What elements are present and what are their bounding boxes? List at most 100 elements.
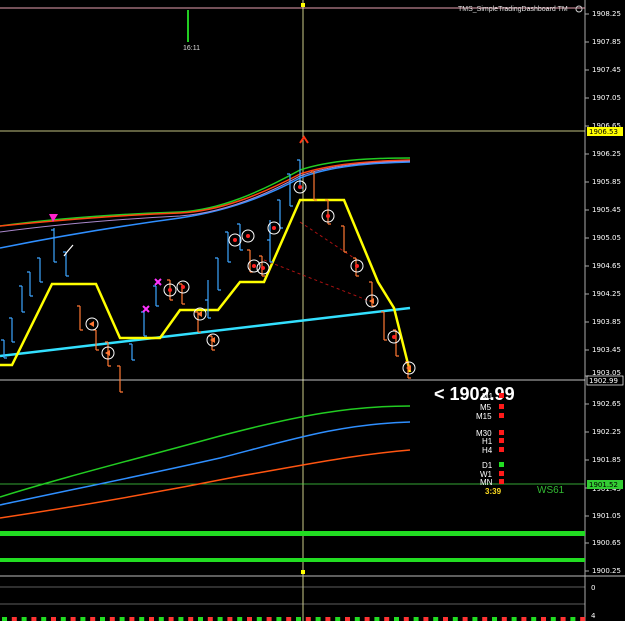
- svg-text:1908.25: 1908.25: [592, 10, 621, 18]
- histogram-bar: [452, 617, 458, 621]
- histogram-bar: [90, 617, 96, 621]
- histogram-bar: [580, 617, 586, 621]
- timeframe-label: D1: [482, 461, 493, 470]
- indicator-name-label: TMS_SimpleTradingDashboard TM: [458, 6, 568, 13]
- histogram-bar: [345, 617, 350, 621]
- histogram-bar: [560, 617, 566, 621]
- timeframe-label: MN: [480, 478, 493, 487]
- histogram-bar: [60, 617, 66, 621]
- histogram-bar: [443, 617, 448, 621]
- histogram-bar: [521, 617, 527, 621]
- histogram-bar: [158, 617, 164, 621]
- histogram-bar: [129, 617, 135, 621]
- bar-countdown: 3:39: [485, 487, 502, 496]
- histogram-bar: [70, 617, 76, 621]
- histogram-bar: [354, 617, 360, 621]
- histogram-bar: [237, 617, 243, 621]
- svg-text:1906.25: 1906.25: [592, 150, 621, 158]
- histogram-bar: [51, 617, 56, 621]
- timeframe-status-indicator: [499, 413, 504, 418]
- histogram-bar: [394, 617, 399, 621]
- svg-text:1903.45: 1903.45: [592, 346, 621, 354]
- histogram-bar: [31, 617, 37, 621]
- histogram-bar: [266, 617, 272, 621]
- histogram-bar: [256, 617, 262, 621]
- histogram-bar: [21, 617, 27, 621]
- timeframe-label: M1: [482, 392, 494, 401]
- histogram-bar: [364, 617, 370, 621]
- price-chart[interactable]: 1908.25 1907.85 1907.45 1907.05 1906.65 …: [0, 0, 625, 621]
- histogram-bar: [374, 617, 380, 621]
- histogram-bar: [11, 617, 17, 621]
- svg-text:1900.65: 1900.65: [592, 539, 621, 547]
- svg-text:1906.53: 1906.53: [589, 128, 618, 136]
- svg-text:1907.85: 1907.85: [592, 38, 621, 46]
- histogram-bar: [217, 617, 223, 621]
- crosshair-handle-top[interactable]: [301, 3, 305, 7]
- svg-text:1901.52: 1901.52: [589, 481, 618, 489]
- crosshair-price-tag: 1906.53: [587, 127, 623, 136]
- timeframe-label: M15: [476, 412, 492, 421]
- histogram-bar: [384, 617, 390, 621]
- svg-text:1904.65: 1904.65: [592, 262, 621, 270]
- histogram-bar: [149, 617, 154, 621]
- timeframe-status-indicator: [499, 479, 504, 484]
- crosshair-handle-bottom[interactable]: [301, 570, 305, 574]
- timeframe-status-indicator: [499, 462, 504, 467]
- svg-text:1907.45: 1907.45: [592, 66, 621, 74]
- subwindow-axis-bottom: 4: [591, 612, 596, 620]
- timeframe-status-indicator: [499, 393, 504, 398]
- histogram-bar: [462, 617, 468, 621]
- histogram-bar: [550, 617, 556, 621]
- histogram-bar: [531, 617, 537, 621]
- histogram-bar: [109, 617, 115, 621]
- histogram-bar: [482, 617, 488, 621]
- histogram-bar: [325, 617, 331, 621]
- svg-text:1903.85: 1903.85: [592, 318, 621, 326]
- histogram-bar: [2, 617, 7, 621]
- histogram-bar: [178, 617, 184, 621]
- histogram-bar: [335, 617, 341, 621]
- svg-text:1905.45: 1905.45: [592, 206, 621, 214]
- svg-text:1905.85: 1905.85: [592, 178, 621, 186]
- timeframe-label: M5: [480, 403, 492, 412]
- timeframe-status-indicator: [499, 447, 504, 452]
- dashboard-code-label: WS61: [537, 485, 565, 496]
- histogram-bar: [80, 617, 86, 621]
- histogram-bar: [168, 617, 174, 621]
- chart-background: [0, 0, 625, 621]
- histogram-bar: [305, 617, 311, 621]
- histogram-bar: [41, 617, 47, 621]
- histogram-bar: [541, 617, 546, 621]
- histogram-bar: [247, 617, 252, 621]
- histogram-bar: [413, 617, 419, 621]
- svg-text:1905.05: 1905.05: [592, 234, 621, 242]
- histogram-bar: [276, 617, 282, 621]
- histogram-bar: [286, 617, 292, 621]
- svg-text:1904.25: 1904.25: [592, 290, 621, 298]
- histogram-bar: [433, 617, 439, 621]
- svg-text:1902.99: 1902.99: [589, 377, 618, 385]
- svg-text:1902.25: 1902.25: [592, 428, 621, 436]
- histogram-bar: [423, 617, 429, 621]
- svg-text:1900.25: 1900.25: [592, 567, 621, 575]
- histogram-bar: [227, 617, 233, 621]
- timeframe-status-indicator: [499, 471, 504, 476]
- svg-text:1901.05: 1901.05: [592, 512, 621, 520]
- level-price-tag: 1901.52: [587, 480, 623, 489]
- histogram-bar: [472, 617, 478, 621]
- histogram-bar: [570, 617, 576, 621]
- histogram-bar: [139, 617, 145, 621]
- svg-text:1901.85: 1901.85: [592, 456, 621, 464]
- svg-text:1907.05: 1907.05: [592, 94, 621, 102]
- histogram-bar: [403, 617, 409, 621]
- support-band-upper: [0, 531, 585, 536]
- timeframe-status-indicator: [499, 404, 504, 409]
- subwindow-axis-top: 0: [591, 584, 595, 592]
- timeframe-label: H4: [482, 446, 493, 455]
- histogram-bar: [188, 617, 194, 621]
- timeframe-label: H1: [482, 437, 493, 446]
- histogram-bar: [511, 617, 517, 621]
- histogram-bar: [100, 617, 105, 621]
- timeframe-status-indicator: [499, 430, 504, 435]
